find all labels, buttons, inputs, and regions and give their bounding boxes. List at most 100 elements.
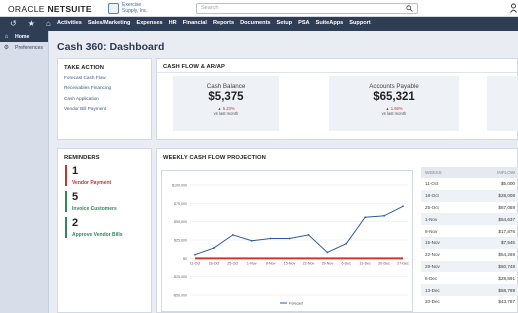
company-switcher[interactable]: Exercise Supply, Inc. — [108, 2, 148, 14]
nav-item-expenses[interactable]: Expenses — [136, 20, 162, 26]
reminder-vendor-payment[interactable]: 1 Vendor Payment — [65, 165, 149, 186]
nav-item-financial[interactable]: Financial — [183, 20, 207, 26]
cash-balance-metric[interactable]: Cash Balance $5,375 ▲ 5.23% vs last mont… — [173, 76, 279, 131]
x-tick-label: 6-Dec — [341, 261, 351, 265]
table-row[interactable]: 1-Nov $54,637 — [421, 213, 518, 226]
logo-netsuite-text: NETSUITE — [47, 4, 92, 14]
reminder-invoice-customers[interactable]: 5 Invoice Customers — [65, 191, 149, 212]
link-cash-application[interactable]: Cash Application — [64, 96, 151, 106]
nav-item-reports[interactable]: Reports — [213, 20, 234, 26]
nav-item-activities[interactable]: Activities — [57, 20, 82, 26]
forecast-point — [288, 237, 291, 240]
metric-label: Accounts Payable — [369, 83, 419, 90]
home-icon: ⌂ — [4, 33, 9, 40]
reminder-count: 1 — [72, 165, 79, 177]
sidebar-item-preferences[interactable]: ⚙ Preferences — [0, 42, 48, 53]
y-tick-label: $0 — [183, 257, 187, 261]
reminder-approve-vendor-bills[interactable]: 2 Approve Vendor Bills — [65, 217, 149, 238]
inflow-cell: $54,269 — [498, 252, 515, 258]
company-name: Exercise Supply, Inc. — [122, 2, 148, 14]
accounts-receivable-metric-partial[interactable] — [487, 76, 518, 131]
table-row[interactable]: 22-Nov $54,269 — [421, 249, 518, 261]
global-search-input[interactable]: Search — [196, 3, 418, 14]
nav-item-suiteapps[interactable]: SuiteApps — [316, 20, 344, 26]
forecast-point — [326, 251, 329, 254]
week-cell: 18-Oct — [425, 193, 439, 199]
nav-item-hr[interactable]: HR — [169, 20, 177, 26]
search-placeholder: Search — [201, 5, 219, 11]
link-forecast-cash-flow[interactable]: Forecast Cash Flow — [64, 75, 151, 85]
inflow-cell: $43,787 — [498, 299, 515, 305]
week-cell: 20-Dec — [425, 299, 440, 305]
y-tick-label: $75,000 — [174, 202, 187, 206]
inflow-cell: $54,637 — [498, 216, 515, 222]
shortcuts-star-icon[interactable]: ★ — [28, 19, 35, 28]
table-row[interactable]: 11-Oct $5,000 — [421, 178, 518, 190]
weekly-cash-flow-panel: WEEKLY CASH FLOW PROJECTION $100,000 $75,… — [156, 148, 518, 313]
y-tick-label: -$50,000 — [173, 294, 187, 298]
sidebar-item-label: Preferences — [15, 44, 43, 51]
forecast-point — [213, 247, 215, 249]
table-row[interactable]: 20-Dec $43,787 — [421, 296, 518, 308]
sidebar: ⌂ Home ⚙ Preferences — [0, 31, 49, 313]
column-header-weeks[interactable]: WEEKS — [425, 170, 442, 175]
nav-item-setup[interactable]: Setup — [277, 20, 293, 26]
table-row[interactable]: 25-Oct $87,088 — [421, 202, 518, 214]
table-row[interactable]: 8-Nov $17,876 — [421, 225, 518, 237]
top-bar: ORACLE NETSUITE Exercise Supply, Inc. Se… — [0, 0, 518, 17]
table-row[interactable]: 15-Nov $7,545 — [421, 236, 518, 249]
nav-item-sales-marketing[interactable]: Sales/Marketing — [88, 20, 131, 26]
sidebar-item-home[interactable]: ⌂ Home — [0, 31, 48, 42]
home-icon[interactable]: ⌂ — [46, 19, 51, 28]
nav-menu: Activities Sales/Marketing Expenses HR F… — [57, 20, 371, 26]
forecast-point — [383, 214, 385, 217]
table-row[interactable]: 13-Dec $58,789 — [421, 284, 518, 296]
table-row[interactable]: 6-Dec $28,891 — [421, 272, 518, 284]
x-tick-label: 29-Nov — [322, 261, 334, 265]
main-navigation-bar: ↺ ★ ⌂ Activities Sales/Marketing Expense… — [0, 17, 518, 31]
forecast-point — [402, 205, 404, 208]
inflow-cell: $58,789 — [498, 287, 515, 293]
netsuite-logo[interactable]: ORACLE NETSUITE — [8, 4, 92, 14]
week-cell: 6-Dec — [425, 275, 438, 281]
preferences-icon: ⚙ — [3, 45, 10, 51]
nav-item-psa[interactable]: PSA — [298, 20, 310, 26]
inflow-cell: $7,545 — [500, 240, 515, 246]
forecast-point — [307, 233, 310, 236]
forecast-point — [364, 216, 367, 219]
x-tick-label: 20-Dec — [378, 261, 390, 265]
link-receivables-financing[interactable]: Receivables Financing — [64, 85, 151, 95]
forecast-point — [269, 237, 272, 240]
forecast-point — [250, 239, 253, 242]
week-cell: 25-Oct — [425, 204, 439, 210]
recent-records-icon[interactable]: ↺ — [10, 19, 17, 28]
inflow-cell: $87,088 — [498, 204, 515, 210]
forecast-point — [345, 242, 348, 245]
nav-item-documents[interactable]: Documents — [240, 20, 270, 26]
week-cell: 8-Nov — [425, 228, 438, 234]
week-cell: 29-Nov — [425, 263, 440, 269]
company-icon — [108, 2, 119, 14]
week-cell: 22-Nov — [425, 252, 440, 258]
table-row[interactable]: 18-Oct $28,008 — [421, 189, 518, 202]
column-header-inflow[interactable]: INFLOW — [497, 170, 515, 175]
x-tick-label: 18-Oct — [209, 261, 220, 265]
link-vendor-bill-payment[interactable]: Vendor Bill Payment — [64, 106, 151, 116]
search-icon[interactable] — [406, 5, 413, 12]
weekly-title: WEEKLY CASH FLOW PROJECTION — [163, 155, 266, 161]
take-action-title: TAKE ACTION — [64, 65, 105, 71]
forecast-point — [231, 233, 234, 236]
x-tick-label: 11-Oct — [190, 261, 201, 265]
reminder-count: 2 — [72, 217, 79, 229]
inflow-cell: $17,876 — [498, 228, 515, 234]
user-profile-icon[interactable] — [510, 3, 517, 15]
divider — [157, 72, 517, 73]
nav-item-support[interactable]: Support — [349, 20, 370, 26]
metric-value: $5,375 — [208, 91, 244, 103]
metric-sub: vs last month — [213, 111, 239, 116]
y-tick-label: $25,000 — [174, 239, 187, 243]
table-body: 11-Oct $5,000 18-Oct $28,008 25-Oct $87,088 1-… — [421, 178, 518, 308]
x-tick-label: 8-Nov — [266, 261, 276, 265]
table-row[interactable]: 29-Nov $60,748 — [421, 260, 518, 273]
accounts-payable-metric[interactable]: Accounts Payable $65,321 ▲ 1.69% vs last… — [329, 76, 459, 131]
